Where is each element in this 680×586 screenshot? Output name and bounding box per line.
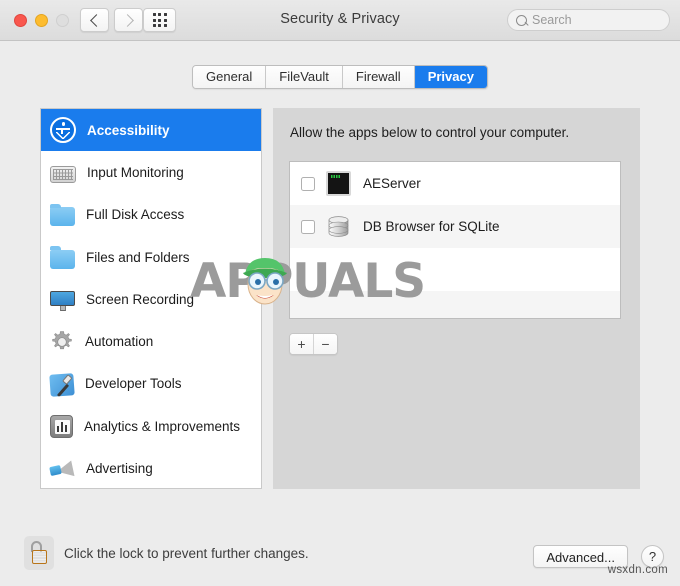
sidebar-item-full-disk-access[interactable]: Full Disk Access <box>41 194 261 236</box>
sidebar-item-screen-recording[interactable]: Screen Recording <box>41 278 261 320</box>
remove-app-button[interactable]: − <box>314 334 337 354</box>
sidebar-item-advertising[interactable]: Advertising <box>41 447 261 488</box>
search-field[interactable] <box>507 9 670 31</box>
sidebar-item-input-monitoring[interactable]: Input Monitoring <box>41 151 261 193</box>
sidebar-item-automation[interactable]: Automation <box>41 320 261 362</box>
pane-description: Allow the apps below to control your com… <box>290 125 570 140</box>
sidebar-item-label: Analytics & Improvements <box>84 418 241 434</box>
add-remove-button-group: + − <box>289 333 338 355</box>
keyboard-icon <box>50 165 76 183</box>
hammer-icon <box>49 373 75 397</box>
gear-icon <box>50 330 74 354</box>
security-privacy-window: Security & Privacy General FileVault Fir… <box>0 0 680 586</box>
database-icon <box>326 214 351 239</box>
app-name: AEServer <box>363 176 421 191</box>
app-name: DB Browser for SQLite <box>363 219 500 234</box>
preference-tabbar: General FileVault Firewall Privacy <box>0 41 680 96</box>
tab-firewall[interactable]: Firewall <box>342 66 415 88</box>
sidebar-item-label: Accessibility <box>87 122 170 138</box>
sidebar-item-label: Advertising <box>86 461 153 477</box>
window-footer: Click the lock to prevent further change… <box>0 516 680 586</box>
folder-icon <box>50 246 75 269</box>
table-row[interactable]: AEServer <box>290 162 620 205</box>
lock-button[interactable] <box>24 536 54 570</box>
sidebar-item-label: Screen Recording <box>86 291 195 307</box>
window-titlebar: Security & Privacy <box>0 0 680 41</box>
sidebar-item-accessibility[interactable]: Accessibility <box>41 109 261 152</box>
app-checkbox[interactable] <box>301 219 315 234</box>
accessibility-icon <box>50 117 76 144</box>
sidebar-item-label: Input Monitoring <box>87 164 184 180</box>
display-icon <box>50 290 75 311</box>
tab-filevault[interactable]: FileVault <box>266 66 343 88</box>
lock-status-text: Click the lock to prevent further change… <box>64 546 309 561</box>
tab-general[interactable]: General <box>193 66 267 88</box>
sidebar-item-analytics-improvements[interactable]: Analytics & Improvements <box>41 405 261 447</box>
sidebar-item-label: Automation <box>85 334 154 350</box>
list-empty-row <box>290 291 620 318</box>
site-credit: wsxdn.com <box>607 564 668 576</box>
megaphone-icon <box>50 460 75 480</box>
table-row[interactable]: DB Browser for SQLite <box>290 205 620 248</box>
privacy-category-list: Accessibility Input Monitoring Full Disk… <box>40 108 262 489</box>
terminal-icon <box>326 171 351 196</box>
app-checkbox[interactable] <box>301 176 315 191</box>
tab-privacy[interactable]: Privacy <box>414 66 487 88</box>
list-empty-row <box>290 248 620 291</box>
privacy-detail-pane: Allow the apps below to control your com… <box>273 108 640 489</box>
sidebar-item-label: Developer Tools <box>85 376 182 392</box>
unlocked-padlock-icon <box>30 541 48 565</box>
search-input[interactable] <box>532 13 667 27</box>
privacy-pane: Accessibility Input Monitoring Full Disk… <box>20 96 660 516</box>
sidebar-item-label: Full Disk Access <box>86 207 185 223</box>
add-app-button[interactable]: + <box>290 334 314 354</box>
folder-icon <box>50 203 75 227</box>
sidebar-item-developer-tools[interactable]: Developer Tools <box>41 363 261 405</box>
bar-chart-icon <box>50 415 73 439</box>
search-icon <box>516 14 527 26</box>
sidebar-item-label: Files and Folders <box>86 249 190 265</box>
sidebar-item-files-and-folders[interactable]: Files and Folders <box>41 236 261 278</box>
allowed-apps-list: AEServer DB Browser for SQLite <box>289 161 621 319</box>
tab-group: General FileVault Firewall Privacy <box>192 65 488 89</box>
